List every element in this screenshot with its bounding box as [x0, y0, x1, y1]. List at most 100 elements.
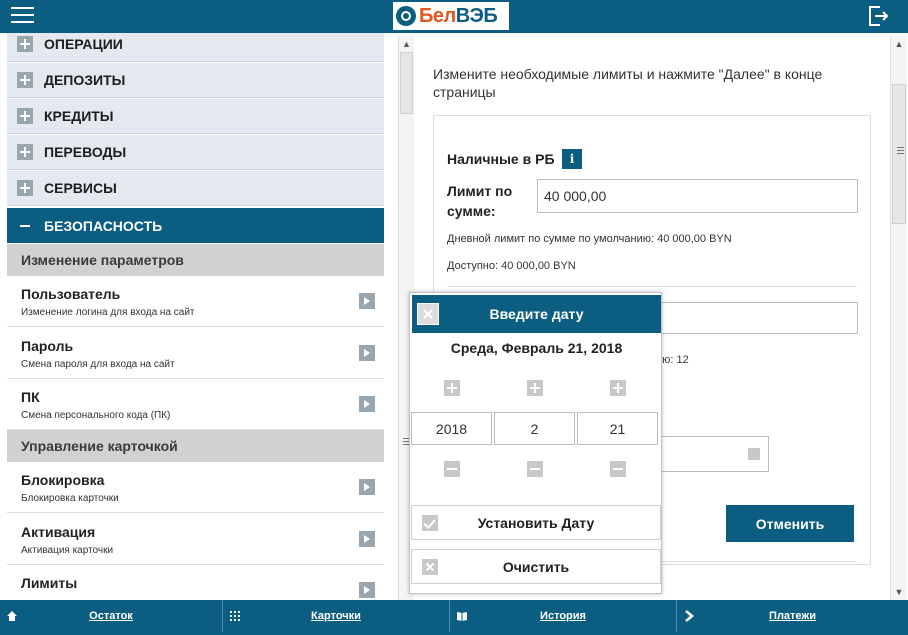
menu-category-label: ОПЕРАЦИИ	[44, 36, 123, 52]
menu-item-title: Активация	[21, 524, 96, 540]
nav-label: Платежи	[769, 610, 816, 622]
section-change-params: Изменение параметров	[7, 244, 384, 276]
collapse-minus-icon	[17, 218, 33, 234]
section-title: Изменение параметров	[21, 252, 184, 268]
nav-label: Остаток	[89, 610, 133, 622]
menu-item-title: Пароль	[21, 338, 74, 354]
day-decrement-minus-icon[interactable]	[610, 461, 626, 477]
home-icon	[7, 611, 17, 621]
clear-x-icon	[422, 559, 438, 575]
chevron-right-icon	[685, 610, 694, 622]
chevron-right-icon[interactable]	[359, 582, 375, 598]
year-field[interactable]: 2018	[411, 412, 492, 445]
scrollbar-thumb[interactable]	[892, 84, 906, 224]
limit-sum-input[interactable]: 40 000,00	[537, 179, 858, 213]
year-decrement-minus-icon[interactable]	[444, 461, 460, 477]
default-limit-text: Дневной лимит по сумме по умолчанию: 40 …	[447, 233, 732, 245]
menu-item-title: Пользователь	[21, 286, 121, 302]
limit-sum-label: Лимит по сумме:	[447, 183, 513, 219]
chevron-right-icon[interactable]	[359, 531, 375, 547]
chevron-right-icon[interactable]	[359, 479, 375, 495]
menu-item-title: Блокировка	[21, 472, 105, 488]
intro-text: Измените необходимые лимиты и нажмите "Д…	[433, 66, 823, 100]
scroll-up-arrow-icon[interactable]: ▲	[891, 36, 907, 51]
right-scrollbar[interactable]: ▲ ▼	[890, 36, 907, 600]
cash-limit-label: Наличные в РБ	[447, 151, 555, 167]
nav-cards[interactable]: Карточки	[223, 600, 449, 632]
book-icon	[457, 612, 467, 621]
menu-category-label: ПЕРЕВОДЫ	[44, 144, 127, 160]
menu-category-label: СЕРВИСЫ	[44, 180, 117, 196]
menu-item-subtitle: Смена пароля для входа на сайт	[21, 359, 175, 370]
menu-item-title: Лимиты	[21, 575, 78, 591]
nav-label: История	[540, 610, 586, 622]
info-icon[interactable]: i	[562, 149, 582, 169]
grip-icon	[897, 147, 904, 154]
expand-plus-icon	[17, 180, 33, 196]
month-decrement-minus-icon[interactable]	[527, 461, 543, 477]
calendar-icon[interactable]	[748, 448, 760, 460]
top-header: БелВЭБ	[0, 0, 908, 33]
clear-button[interactable]: Очистить	[411, 549, 661, 584]
scroll-up-arrow-icon[interactable]: ▲	[399, 36, 414, 51]
menu-item-pk[interactable]: ПК Смена персонального кода (ПК)	[7, 379, 384, 430]
month-increment-plus-icon[interactable]	[527, 380, 543, 396]
nav-payments[interactable]: Платежи	[677, 600, 908, 632]
menu-item-subtitle: Изменение логина для входа на сайт	[21, 307, 195, 318]
menu-item-block[interactable]: Блокировка Блокировка карточки	[7, 462, 384, 513]
hamburger-menu-icon[interactable]	[11, 7, 34, 25]
expand-plus-icon	[17, 36, 33, 52]
close-icon[interactable]	[417, 303, 439, 325]
day-field[interactable]: 21	[577, 412, 658, 445]
menu-item-title: ПК	[21, 389, 40, 405]
menu-item-password[interactable]: Пароль Смена пароля для входа на сайт	[7, 328, 384, 379]
logout-icon[interactable]	[866, 4, 890, 28]
menu-category-label: КРЕДИТЫ	[44, 108, 114, 124]
current-date-label: Среда, Февраль 21, 2018	[450, 340, 623, 356]
menu-item-user[interactable]: Пользователь Изменение логина для входа …	[7, 276, 384, 327]
chevron-right-icon[interactable]	[359, 396, 375, 412]
left-menu: ОПЕРАЦИИ ДЕПОЗИТЫ КРЕДИТЫ ПЕРЕВОДЫ СЕРВИ…	[0, 33, 398, 600]
menu-category-credits[interactable]: КРЕДИТЫ	[7, 99, 384, 134]
logo-text: БелВЭБ	[419, 4, 498, 27]
year-increment-plus-icon[interactable]	[444, 380, 460, 396]
checkmark-icon	[422, 515, 438, 531]
section-card-management: Управление карточкой	[7, 430, 384, 462]
menu-item-subtitle: Блокировка карточки	[21, 493, 119, 504]
menu-category-services[interactable]: СЕРВИСЫ	[7, 171, 384, 206]
cancel-button[interactable]: Отменить	[726, 505, 854, 542]
menu-item-activation[interactable]: Активация Активация карточки	[7, 514, 384, 565]
set-date-label: Установить Дату	[477, 514, 595, 531]
scrollbar-thumb[interactable]	[400, 52, 413, 114]
date-picker-dialog: Введите дату Среда, Февраль 21, 2018 201…	[409, 292, 662, 594]
date-picker-title: Введите дату	[489, 306, 584, 322]
expand-plus-icon	[17, 72, 33, 88]
day-increment-plus-icon[interactable]	[610, 380, 626, 396]
menu-item-limits[interactable]: Лимиты	[7, 565, 384, 600]
grid-icon	[230, 611, 240, 621]
divider	[447, 286, 857, 287]
expand-plus-icon	[17, 144, 33, 160]
month-field[interactable]: 2	[494, 412, 575, 445]
scroll-down-arrow-icon[interactable]: ▼	[891, 584, 907, 599]
date-picker-header: Введите дату	[412, 295, 661, 333]
nav-balance[interactable]: Остаток	[0, 600, 222, 632]
logo-mark-icon	[396, 6, 416, 26]
expand-plus-icon	[17, 108, 33, 124]
chevron-right-icon[interactable]	[359, 345, 375, 361]
menu-category-security[interactable]: БЕЗОПАСНОСТЬ	[7, 208, 384, 243]
menu-category-label: БЕЗОПАСНОСТЬ	[44, 217, 163, 234]
menu-category-label: ДЕПОЗИТЫ	[44, 72, 126, 88]
nav-history[interactable]: История	[450, 600, 676, 632]
section-title: Управление карточкой	[21, 438, 178, 454]
menu-item-subtitle: Активация карточки	[21, 545, 114, 556]
menu-category-deposits[interactable]: ДЕПОЗИТЫ	[7, 63, 384, 98]
clear-label: Очистить	[502, 558, 570, 575]
nav-label: Карточки	[311, 610, 361, 622]
belveb-logo[interactable]: БелВЭБ	[393, 2, 509, 30]
menu-category-transfers[interactable]: ПЕРЕВОДЫ	[7, 135, 384, 170]
menu-category-operations[interactable]: ОПЕРАЦИИ	[7, 33, 384, 62]
menu-item-subtitle: Смена персонального кода (ПК)	[21, 410, 171, 421]
chevron-right-icon[interactable]	[359, 293, 375, 309]
set-date-button[interactable]: Установить Дату	[411, 505, 661, 540]
